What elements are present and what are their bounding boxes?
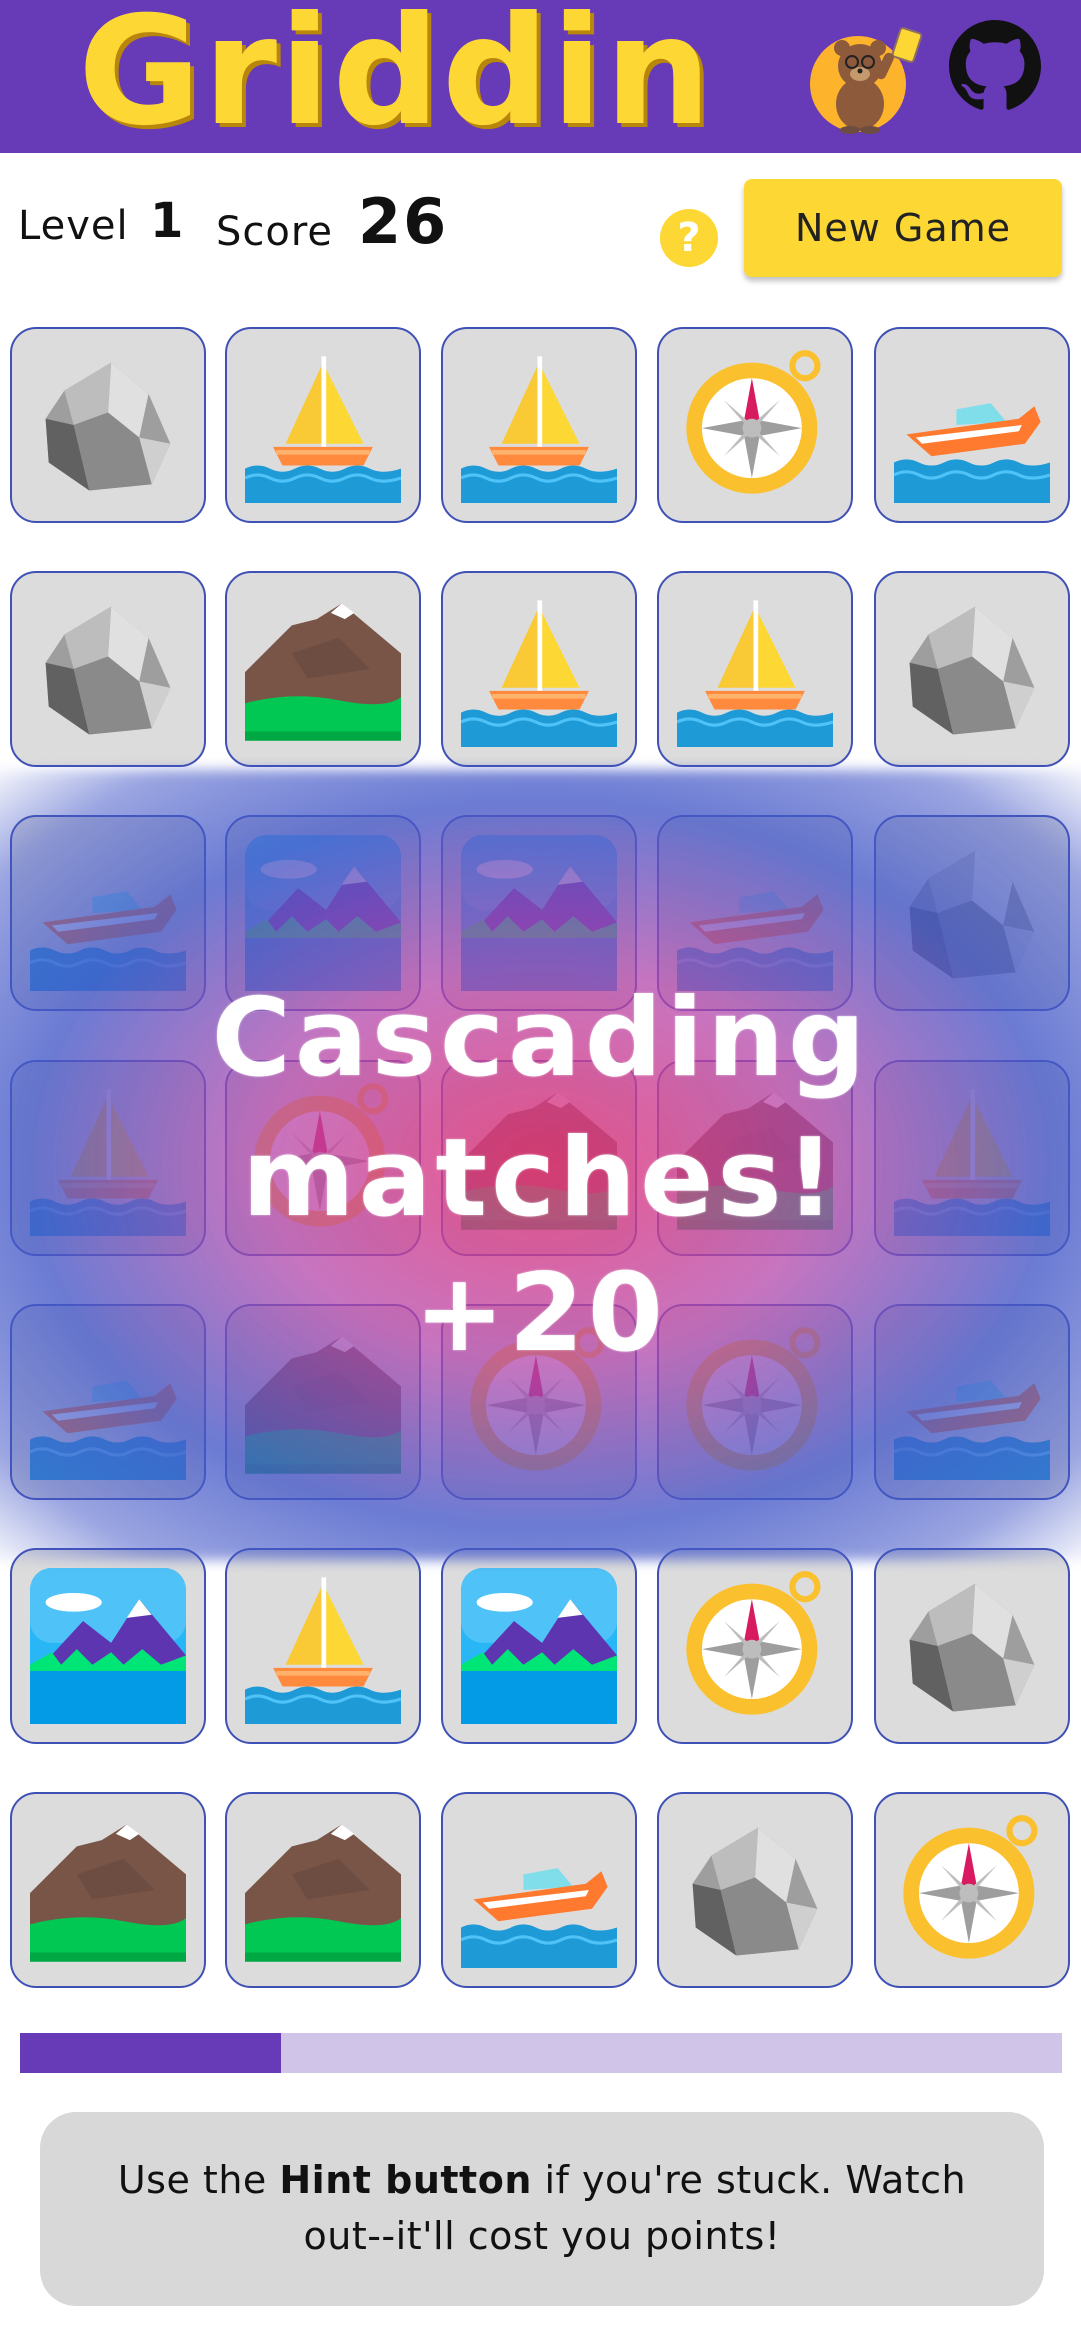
lake-icon [30,1568,186,1724]
tile-rock[interactable] [874,571,1070,767]
compass-icon [686,1571,821,1715]
sailboat-icon [461,356,617,503]
tile-rock[interactable] [10,571,206,767]
tip-box: Use the Hint button if you're stuck. Wat… [40,2112,1044,2306]
compass-icon [686,350,821,494]
hint-button[interactable]: ? [660,209,718,267]
level-progress-fill [20,2033,281,2073]
mountain-icon [245,603,401,741]
level-value: 1 [150,193,184,249]
tile-compass[interactable] [657,1548,853,1744]
tile-mountain[interactable] [225,1792,421,1988]
github-icon[interactable] [949,20,1041,112]
mountain-icon [30,1824,186,1962]
rock-icon [909,606,1035,735]
overlay-bonus: +20 [414,1251,667,1376]
overlay-line-1: Cascading [211,976,870,1101]
tip-text-start: Use the [117,2158,280,2202]
mountain-icon [245,1824,401,1962]
tile-mountain[interactable] [225,571,421,767]
score-label: Score [216,209,334,255]
app-header: Griddin [0,0,1081,153]
tile-rock[interactable] [657,1792,853,1988]
tile-sailboat[interactable] [225,327,421,523]
rock-icon [45,606,171,735]
speedboat-icon [894,403,1050,503]
new-game-button[interactable]: New Game [744,179,1062,277]
rock-icon [909,1583,1035,1712]
tip-hint-emphasis: Hint button [279,2158,532,2202]
status-bar: Level 1 Score 26 ? New Game [0,153,1081,313]
tile-lake[interactable] [441,1548,637,1744]
sailboat-icon [461,600,617,747]
tile-rock[interactable] [10,327,206,523]
tile-mountain[interactable] [10,1792,206,1988]
bear-mascot-icon[interactable] [808,22,926,134]
compass-icon [903,1815,1038,1959]
sailboat-icon [677,600,833,747]
tile-sailboat[interactable] [441,327,637,523]
speedboat-icon [461,1868,617,1968]
lake-icon [461,1568,617,1724]
tile-sailboat[interactable] [225,1548,421,1744]
tile-speedboat[interactable] [874,327,1070,523]
sailboat-icon [245,1577,401,1724]
level-label: Level [18,203,129,249]
score-value: 26 [358,185,449,258]
app-logo-title: Griddin [78,0,714,159]
tile-compass[interactable] [874,1792,1070,1988]
tile-lake[interactable] [10,1548,206,1744]
tile-sailboat[interactable] [657,571,853,767]
rock-icon [692,1827,818,1956]
level-progress-bar [20,2033,1062,2073]
tile-rock[interactable] [874,1548,1070,1744]
overlay-line-2: matches! [242,1116,839,1241]
sailboat-icon [245,356,401,503]
tile-compass[interactable] [657,327,853,523]
tile-speedboat[interactable] [441,1792,637,1988]
tile-sailboat[interactable] [441,571,637,767]
rock-icon [45,362,171,491]
